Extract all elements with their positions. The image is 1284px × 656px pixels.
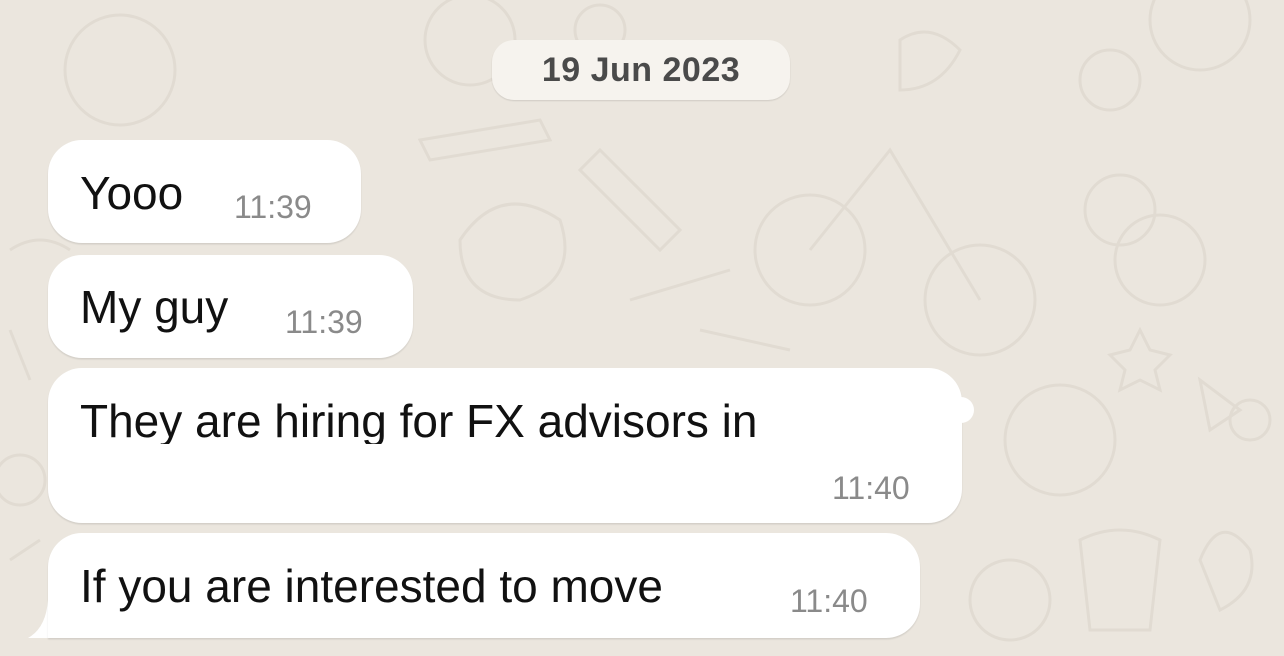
message-bubble-incoming[interactable]: Yooo 11:39 bbox=[48, 140, 361, 243]
message-text: If you are interested to move bbox=[80, 560, 663, 612]
message-bubble-incoming[interactable]: If you are interested to move 11:40 bbox=[48, 533, 920, 638]
message-text: They are hiring for FX advisors in bbox=[80, 398, 758, 444]
message-timestamp: 11:39 bbox=[234, 189, 312, 225]
message-bubble-incoming[interactable]: They are hiring for FX advisors in 11:40 bbox=[48, 368, 962, 523]
date-separator: 19 Jun 2023 bbox=[492, 40, 790, 100]
message-timestamp: 11:40 bbox=[832, 470, 910, 506]
message-text: Yooo bbox=[80, 167, 184, 219]
redaction-mark bbox=[948, 397, 974, 423]
message-text: My guy bbox=[80, 281, 229, 333]
message-timestamp: 11:40 bbox=[790, 583, 868, 619]
message-bubble-incoming[interactable]: My guy 11:39 bbox=[48, 255, 413, 358]
message-timestamp: 11:39 bbox=[285, 304, 363, 340]
